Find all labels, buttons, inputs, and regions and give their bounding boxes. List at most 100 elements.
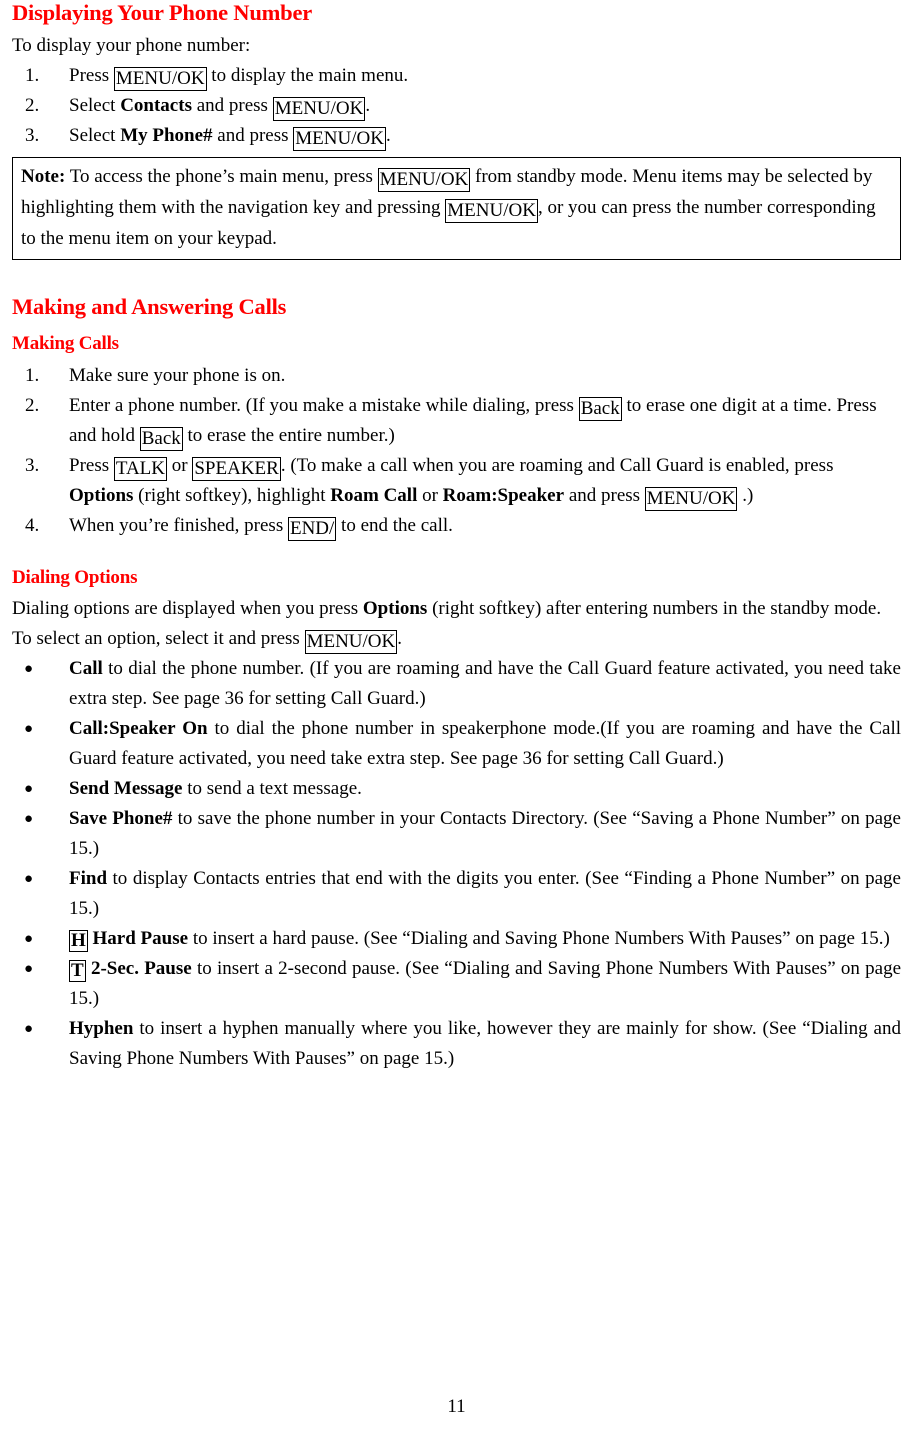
section-heading-making-answering-calls: Making and Answering Calls [12,294,287,320]
key-menu-ok[interactable]: MENU/OK [113,67,207,92]
softkey-options: Options [69,484,134,506]
key-menu-ok[interactable]: MENU/OK [445,199,538,224]
dialing-select-pre: To select an option, select it and press [12,627,305,649]
key-end[interactable]: END/ [287,516,337,541]
bullet-icon: ● [24,810,34,827]
step-text-post: . [365,95,371,117]
key-hard-pause-h[interactable]: H [69,929,88,952]
step-text-mid-5: and press [564,484,645,506]
menu-item-roam-speaker: Roam:Speaker [442,484,565,506]
key-menu-ok[interactable]: MENU/OK [644,486,738,511]
step-text-mid-2: . (To make a call when you are roaming a… [280,454,834,476]
dialing-option-call-speaker-on: ● Call:Speaker On to dial the phone numb… [12,714,901,774]
key-back[interactable]: Back [578,396,622,421]
bullet-icon: ● [24,960,34,977]
step-text: Make sure your phone is on. [69,364,286,386]
softkey-options: Options [362,597,428,619]
step-text-pre: Select [69,95,121,117]
step-text-post: to erase the entire number.) [182,424,395,446]
dialing-option-2-sec-pause: ● T 2-Sec. Pause to insert a 2-second pa… [12,954,901,1014]
dialing-option-call: ● Call to dial the phone number. (If you… [12,654,901,714]
option-description: to insert a hyphen manually where you li… [69,1017,901,1069]
making-calls-step-3: 3. Press TALK or SPEAKER. (To make a cal… [12,451,901,511]
document-page: Displaying Your Phone Number To display … [0,0,913,1430]
step-text-pre: Select [69,125,121,147]
step-text-post: to end the call. [336,514,453,536]
step-text-pre: Press [69,454,114,476]
dialing-option-find: ● Find to display Contacts entries that … [12,864,901,924]
step-text-post: .) [737,484,754,506]
key-2-sec-pause-t[interactable]: T [69,959,86,982]
step-text-post: to display the main menu. [206,65,409,87]
making-calls-step-4: 4. When you’re finished, press END/ to e… [12,511,901,541]
subsection-heading-dialing-options: Dialing Options [12,566,138,588]
key-speaker[interactable]: SPEAKER [192,456,281,481]
bullet-icon: ● [24,720,34,737]
dialing-intro-paragraph: Dialing options are displayed when you p… [12,594,901,624]
bullet-icon: ● [24,660,34,677]
displaying-step-1: 1. Press MENU/OK to display the main men… [12,61,901,92]
step-marker: 4. [25,514,40,536]
subsection-heading-making-calls: Making Calls [12,333,119,355]
option-label: 2-Sec. Pause [85,957,192,979]
option-label: Find [69,867,108,889]
displaying-step-2: 2. Select Contacts and press MENU/OK. [12,91,901,122]
step-text-mid: and press [212,125,294,147]
key-back[interactable]: Back [139,426,183,451]
bullet-icon: ● [24,930,34,947]
step-marker: 1. [25,65,40,87]
dialing-select-instruction: To select an option, select it and press… [12,624,901,654]
making-calls-step-1: 1. Make sure your phone is on. [12,361,901,391]
option-label: Call:Speaker On [69,717,208,739]
option-label: Hyphen [69,1017,134,1039]
note-box: Note: To access the phone’s main menu, p… [12,157,901,261]
menu-item-roam-call: Roam Call [330,484,418,506]
option-description: to send a text message. [182,777,362,799]
dialing-intro-post: (right softkey) after entering numbers i… [427,597,882,619]
note-text-1: To access the phone’s main menu, press [65,166,378,188]
dialing-option-hard-pause: ● H Hard Pause to insert a hard pause. (… [12,924,901,954]
dialing-intro-pre: Dialing options are displayed when you p… [12,597,363,619]
step-text-post: . [385,125,391,147]
step-marker: 3. [25,454,40,476]
dialing-option-save-phone-number: ● Save Phone# to save the phone number i… [12,804,901,864]
step-text-mid-3: (right softkey), highlight [133,484,331,506]
step-text-pre: Enter a phone number. (If you make a mis… [69,394,579,416]
option-label: Send Message [69,777,183,799]
option-description: to save the phone number in your Contact… [69,807,901,859]
option-description: to insert a hard pause. (See “Dialing an… [188,927,890,949]
note-label: Note: [21,166,66,188]
key-menu-ok[interactable]: MENU/OK [377,168,471,193]
dialing-option-hyphen: ● Hyphen to insert a hyphen manually whe… [12,1014,901,1074]
step-text-mid-4: or [417,484,443,506]
option-label: Call [69,657,103,679]
step-marker: 2. [25,394,40,416]
making-calls-step-2: 2. Enter a phone number. (If you make a … [12,391,901,451]
option-description: to dial the phone number. (If you are ro… [69,657,901,709]
step-text-pre: When you’re finished, press [69,514,288,536]
step-marker: 2. [25,95,40,117]
page-number: 11 [447,1396,466,1417]
option-description: to display Contacts entries that end wit… [69,867,901,919]
bullet-icon: ● [24,780,34,797]
option-label: Hard Pause [87,927,189,949]
option-description: to insert a 2-second pause. (See “Dialin… [69,957,902,1009]
key-menu-ok[interactable]: MENU/OK [272,97,366,122]
option-label: Save Phone# [69,807,173,829]
key-talk[interactable]: TALK [113,456,168,481]
step-marker: 3. [25,125,40,147]
dialing-option-send-message: ● Send Message to send a text message. [12,774,901,804]
menu-item-my-phone-number: My Phone# [120,125,213,147]
step-text-mid-1: or [167,454,193,476]
displaying-intro-text: To display your phone number: [12,35,251,57]
key-menu-ok[interactable]: MENU/OK [304,629,398,654]
dialing-select-post: . [397,627,402,649]
key-menu-ok[interactable]: MENU/OK [293,127,386,152]
displaying-step-3: 3. Select My Phone# and press MENU/OK. [12,121,901,152]
bullet-icon: ● [24,870,34,887]
step-text-mid: and press [191,95,273,117]
section-heading-displaying-phone-number: Displaying Your Phone Number [12,0,313,25]
